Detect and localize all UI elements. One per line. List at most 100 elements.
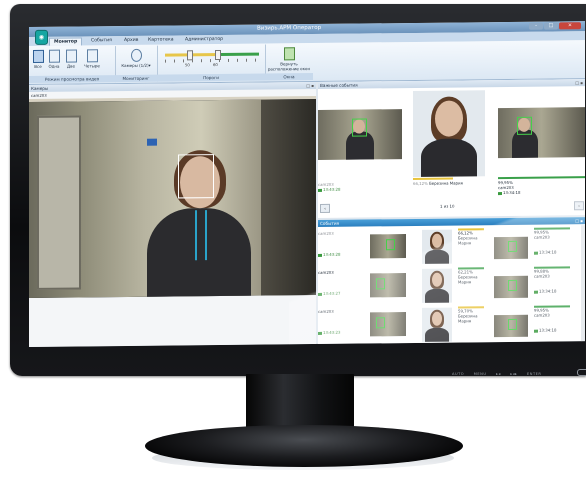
tab-card-index[interactable]: Картотека	[144, 36, 178, 43]
portrait-face	[432, 272, 442, 287]
group-label: Окна	[265, 73, 313, 81]
portrait-body	[425, 249, 449, 264]
cameras-dropdown[interactable]: Камеры (1/2)▾	[121, 48, 151, 68]
enter-button[interactable]: ENTER	[527, 372, 541, 376]
event-camera: cam203	[318, 230, 334, 236]
restore-layout-button[interactable]: Вернуть расположение окон	[267, 47, 311, 71]
event-row[interactable]: cam203 13:43:27 62,21% Березина Мария 99…	[318, 265, 580, 306]
view-four-button[interactable]: Четыре	[83, 49, 101, 68]
event-snapshot	[370, 273, 406, 298]
matched-portrait	[422, 229, 452, 264]
event-snapshot-right[interactable]	[498, 107, 585, 159]
event-camera: cam203	[318, 269, 334, 275]
match-firstname: Мария	[458, 279, 472, 285]
portrait-body	[425, 288, 449, 303]
face-detection-box	[376, 317, 385, 329]
view-all-button[interactable]: Все	[32, 49, 44, 69]
tab-administrator[interactable]: Администратор	[181, 36, 227, 43]
entry-icon	[534, 329, 538, 333]
reference-camera: cam203	[534, 273, 550, 279]
wall-sign	[147, 138, 157, 146]
monitor-bezel: Визирь.АРМ Оператор – □ × ◉ Монитор Собы…	[10, 4, 586, 376]
pager-next-button[interactable]: ›	[574, 201, 584, 211]
ribbon: Все Одна Две Четыре Режим просмотра виде…	[29, 40, 585, 85]
reference-time: 13:34:18	[534, 288, 556, 294]
plus-button[interactable]: ▸◂▸	[510, 372, 517, 376]
close-button[interactable]: ×	[559, 22, 581, 30]
match-firstname: Мария	[458, 240, 472, 246]
event-time: 13:43:28	[318, 187, 340, 193]
view-two-button[interactable]: Две	[65, 49, 77, 69]
tab-archive[interactable]: Архив	[120, 37, 142, 44]
reference-snapshot	[494, 314, 528, 338]
cameras-panel: Камеры □ ▪ cam203	[29, 81, 316, 347]
layout-icon	[283, 47, 295, 61]
monitor-stand-base	[145, 425, 463, 467]
face-detection-box	[517, 116, 532, 135]
event-row[interactable]: cam203 13:43:28 66,12% Березина Мария 99…	[318, 226, 580, 267]
face-detection-box	[386, 239, 395, 251]
monitor-controls: AUTO MENU ▸◂ ▸◂▸ ENTER	[452, 372, 549, 376]
event-snapshot-left[interactable]	[318, 109, 402, 160]
face-detection-box	[376, 278, 385, 290]
event-time: 13:43:28	[318, 252, 340, 258]
door	[37, 115, 81, 290]
panel-pin-icon[interactable]: □ ▪	[575, 217, 583, 224]
group-view-mode: Все Одна Две Четыре Режим просмотра виде…	[29, 46, 116, 83]
matched-portrait	[422, 268, 452, 303]
entry-icon	[318, 292, 322, 296]
entry-icon	[534, 251, 538, 255]
group-label: Мониторинг	[115, 74, 157, 83]
event-time: 13:43:27	[318, 291, 340, 297]
portrait-face	[432, 233, 442, 248]
entry-icon	[534, 290, 538, 294]
matched-person-portrait[interactable]	[413, 90, 485, 177]
entry-icon	[318, 253, 322, 257]
grid-icon	[32, 49, 44, 63]
event-camera: cam203	[318, 308, 334, 314]
threshold-ticks	[165, 58, 259, 63]
minus-button[interactable]: ▸◂	[496, 372, 501, 376]
maximize-button[interactable]: □	[544, 22, 558, 30]
panel-pin-icon[interactable]: □ ▪	[575, 79, 583, 86]
event-row[interactable]: cam203 13:43:23 59,70% Березина Мария 99…	[318, 304, 580, 345]
pager-prev-button[interactable]: ‹	[320, 203, 330, 213]
events-panel: События □ ▪ cam203 13:43:28 66,12% Берези…	[318, 217, 585, 344]
reference-snapshot	[494, 236, 528, 260]
group-label: Режим просмотра видео	[29, 75, 115, 83]
events-scrollbar[interactable]	[581, 225, 585, 342]
face-detection-box	[508, 279, 517, 291]
tick-label: 60	[213, 62, 218, 68]
camera-icon	[130, 48, 142, 62]
minimize-button[interactable]: –	[529, 22, 543, 30]
match-info: 66,12% Березина Мария	[413, 180, 463, 186]
camera-video-feed[interactable]	[29, 98, 316, 298]
reference-camera: cam203	[534, 312, 550, 318]
entry-icon	[498, 191, 502, 195]
tick-label: 50	[185, 62, 190, 68]
face-detection-box	[508, 240, 517, 252]
tab-events[interactable]: События	[87, 37, 116, 44]
app-logo-icon[interactable]: ◉	[35, 29, 48, 45]
important-events-panel: Важные события □ ▪ cam203 13:43:28 66,12%…	[318, 79, 585, 218]
group-thresholds: 50 60 Пороги	[157, 44, 266, 82]
shadow-area	[261, 98, 316, 296]
group-label: Пороги	[157, 73, 265, 82]
single-view-icon	[48, 49, 60, 63]
matched-portrait	[422, 307, 452, 342]
face-detection-box	[178, 154, 214, 199]
power-icon[interactable]	[577, 369, 586, 376]
entry-icon	[318, 188, 322, 192]
group-monitoring: Камеры (1/2)▾ Мониторинг	[115, 45, 158, 83]
menu-button[interactable]: MENU	[474, 372, 487, 376]
view-one-button[interactable]: Одна	[47, 49, 61, 69]
app-window: Визирь.АРМ Оператор – □ × ◉ Монитор Собы…	[29, 21, 585, 347]
panel-pin-icon[interactable]: □ ▪	[306, 82, 314, 89]
threshold-slider-track[interactable]	[165, 52, 259, 57]
score-bar-green	[498, 176, 585, 180]
event-time: 13:43:23	[318, 330, 340, 336]
auto-button[interactable]: AUTO	[452, 372, 464, 376]
event-snapshot	[370, 234, 406, 259]
group-windows: Вернуть расположение окон Окна	[265, 44, 313, 81]
portrait-body	[421, 138, 477, 177]
